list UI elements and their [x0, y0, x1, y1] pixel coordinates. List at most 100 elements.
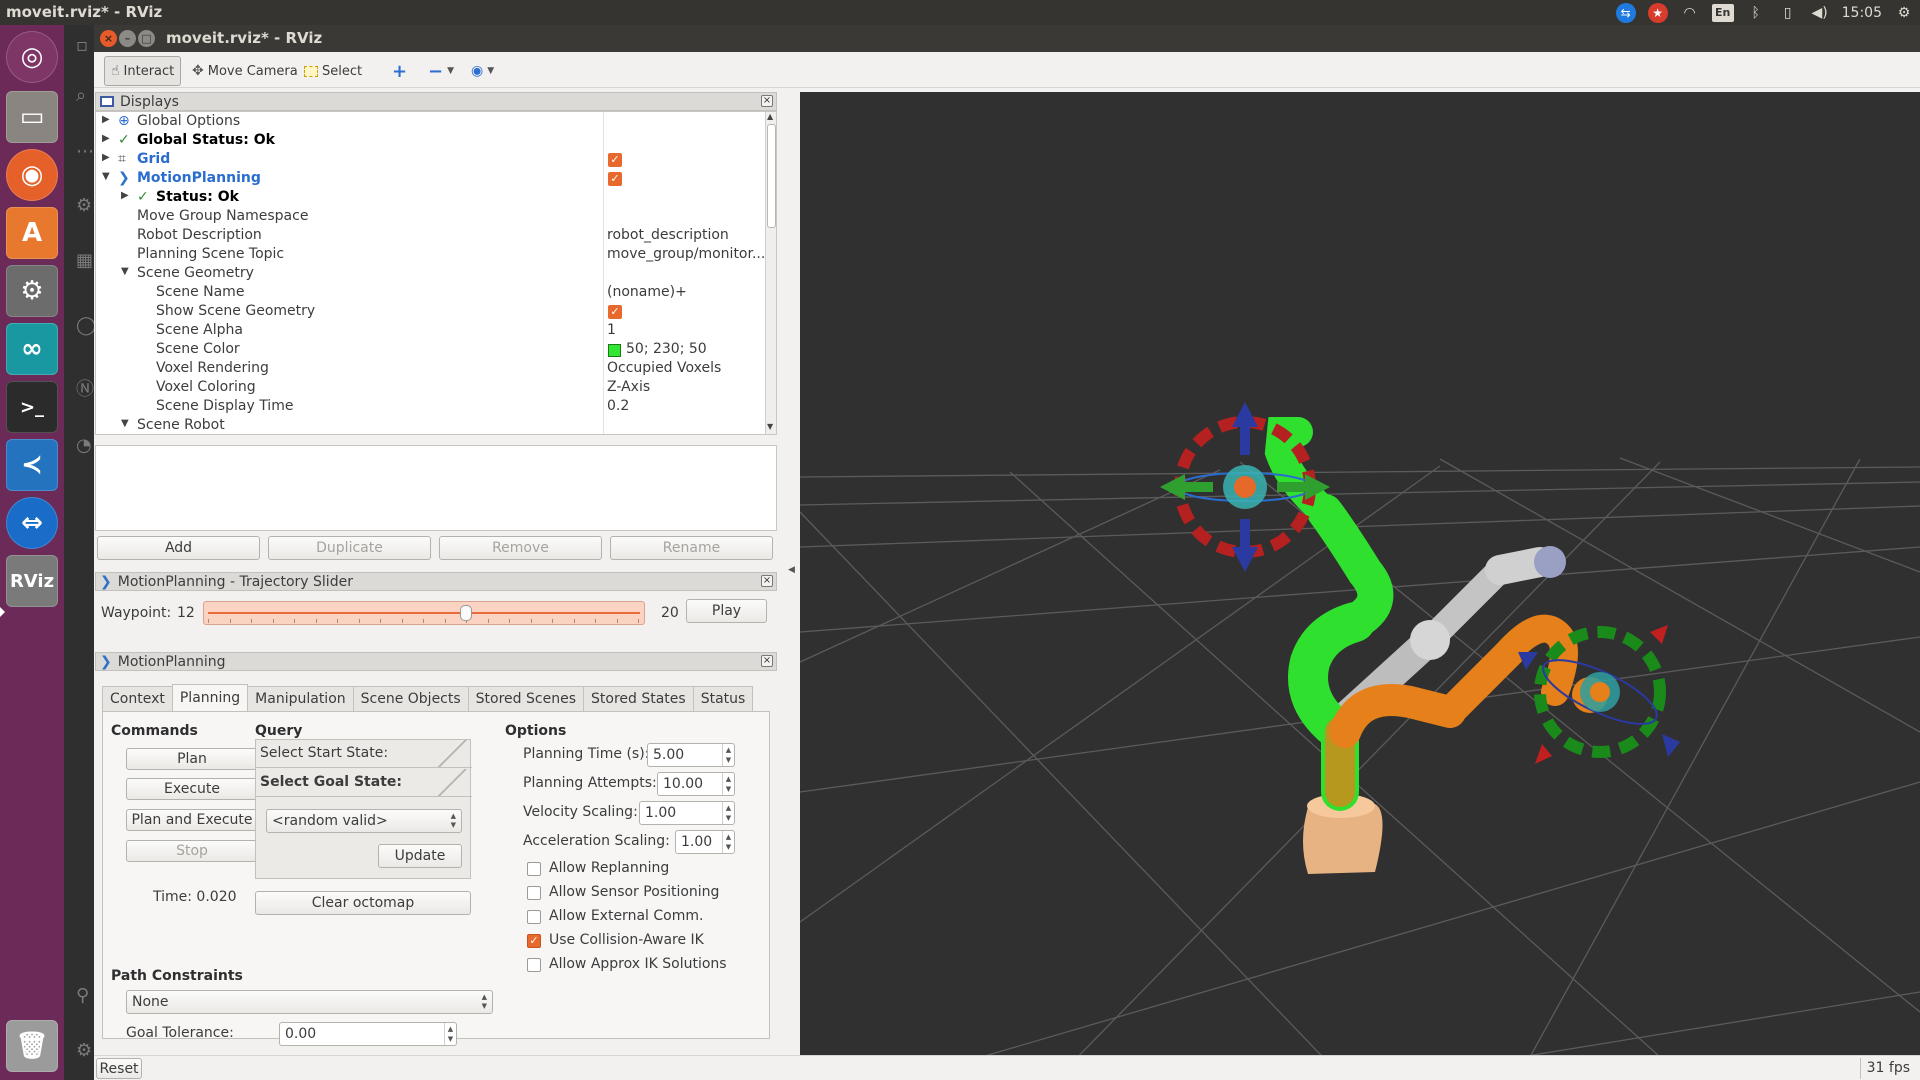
terminal-icon[interactable]: >_ — [6, 381, 58, 433]
remove-display-button[interactable]: Remove — [439, 536, 602, 560]
close-panel-icon[interactable]: × — [761, 575, 773, 587]
expand-arrow-icon[interactable]: ▶ — [121, 190, 129, 201]
volume-icon[interactable]: ◀) — [1810, 3, 1830, 23]
add-display-button[interactable]: Add — [97, 536, 260, 560]
add-tool-button[interactable]: + — [386, 56, 413, 86]
window-minimize-icon[interactable]: – — [119, 30, 136, 47]
clear-octomap-button[interactable]: Clear octomap — [255, 891, 471, 915]
tree-row-property[interactable]: Robot Description robot_description — [96, 226, 762, 245]
tree-row-motionplanning[interactable]: ▼ ❯ MotionPlanning ✓ — [96, 169, 762, 188]
displays-tree[interactable]: ▶ ⊕ Global Options ▶ ✓ Global Status: Ok… — [95, 111, 777, 435]
goal-state-section[interactable]: Select Goal State: — [256, 769, 472, 797]
play-button[interactable]: Play — [686, 599, 767, 623]
allow-replanning-checkbox[interactable] — [527, 862, 541, 876]
view-tool-button[interactable]: ◉ ▼ — [465, 56, 500, 86]
expand-arrow-icon[interactable]: ▶ — [102, 114, 110, 125]
tab-scene-objects[interactable]: Scene Objects — [352, 686, 469, 711]
scene-render[interactable] — [800, 92, 1920, 1075]
3d-render-viewport[interactable] — [800, 92, 1920, 1075]
tree-row-property[interactable]: Voxel Coloring Z-Axis — [96, 378, 762, 397]
tree-value[interactable]: 1 — [607, 322, 616, 338]
acceleration-scaling-field[interactable]: 1.00 ▲ ▼ — [675, 830, 735, 854]
use-collision-aware-ik-checkbox[interactable]: ✓ — [527, 934, 541, 948]
arduino-icon[interactable]: ∞ — [6, 323, 58, 375]
collapse-arrow-icon[interactable]: ▼ — [102, 171, 110, 182]
allow-external-comm-checkbox[interactable] — [527, 910, 541, 924]
goal-state-select[interactable]: <random valid> ▲ ▼ — [266, 809, 462, 833]
scroll-up-icon[interactable]: ▲ — [767, 112, 773, 121]
notification-tray-icon[interactable]: ★ — [1647, 2, 1668, 23]
show-scene-geometry-checkbox[interactable]: ✓ — [608, 305, 622, 319]
tree-value[interactable]: robot_description — [607, 227, 729, 243]
tree-value[interactable]: Occupied Voxels — [607, 360, 721, 376]
rename-display-button[interactable]: Rename — [610, 536, 773, 560]
scrollbar-thumb[interactable] — [767, 124, 776, 228]
files-icon[interactable]: ▭ — [6, 91, 58, 143]
allow-sensor-positioning-checkbox[interactable] — [527, 886, 541, 900]
plan-button[interactable]: Plan — [126, 748, 258, 770]
teamviewer-icon[interactable]: ⇔ — [6, 497, 58, 549]
window-maximize-icon[interactable]: □ — [138, 30, 155, 47]
spin-arrows-icon[interactable]: ▲ ▼ — [722, 744, 734, 766]
path-constraints-select[interactable]: None ▲ ▼ — [126, 990, 493, 1014]
collapse-arrow-icon[interactable]: ▼ — [121, 266, 129, 277]
settings-gear-icon[interactable]: ⚙ — [1894, 3, 1914, 23]
collapse-arrow-icon[interactable]: ▼ — [121, 418, 129, 429]
clock[interactable]: 15:05 — [1842, 5, 1882, 21]
wifi-icon[interactable]: ◠ — [1680, 3, 1700, 23]
spin-arrows-icon[interactable]: ▲ ▼ — [722, 831, 734, 853]
tree-value[interactable]: move_group/monitor... — [607, 246, 765, 262]
plan-and-execute-button[interactable]: Plan and Execute — [126, 809, 258, 831]
tree-row-property[interactable]: Scene Name (noname)+ — [96, 283, 762, 302]
tree-row-property[interactable]: Scene Color 50; 230; 50 — [96, 340, 762, 359]
allow-approx-ik-checkbox[interactable] — [527, 958, 541, 972]
window-titlebar[interactable]: × – □ moveit.rviz* - RViz — [94, 25, 1920, 52]
keyboard-layout-indicator[interactable]: En — [1711, 3, 1734, 22]
firefox-icon[interactable]: ◉ — [6, 149, 58, 201]
waypoint-slider[interactable] — [203, 601, 645, 625]
start-state-section[interactable]: Select Start State: — [256, 740, 472, 768]
motionplanning-enabled-checkbox[interactable]: ✓ — [608, 172, 622, 186]
battery-icon[interactable]: ▯ — [1778, 3, 1798, 23]
tree-row-property[interactable]: Move Group Namespace — [96, 207, 762, 226]
spin-arrows-icon[interactable]: ▲ ▼ — [444, 1023, 456, 1045]
tab-planning[interactable]: Planning — [171, 684, 249, 711]
interact-tool-button[interactable]: ☝ Interact — [104, 56, 182, 86]
tree-row-global-options[interactable]: ▶ ⊕ Global Options — [96, 112, 762, 131]
planning-attempts-field[interactable]: 10.00 ▲ ▼ — [657, 772, 735, 796]
tree-value[interactable]: 0.2 — [607, 398, 629, 414]
slider-handle[interactable] — [460, 605, 472, 621]
collapse-left-icon[interactable]: ◀ — [788, 565, 795, 575]
tree-row-global-status[interactable]: ▶ ✓ Global Status: Ok — [96, 131, 762, 150]
tree-row-property[interactable]: Scene Display Time 0.2 — [96, 397, 762, 416]
move-camera-tool-button[interactable]: ✥ Move Camera — [186, 56, 304, 86]
tree-value[interactable]: (noname)+ — [607, 284, 687, 300]
tree-row-property[interactable]: Show Scene Geometry ✓ — [96, 302, 762, 321]
duplicate-display-button[interactable]: Duplicate — [268, 536, 431, 560]
software-center-icon[interactable]: A — [6, 207, 58, 259]
rviz-icon[interactable]: RViz — [6, 555, 58, 607]
tree-row-property[interactable]: Scene Alpha 1 — [96, 321, 762, 340]
color-swatch[interactable] — [608, 344, 621, 357]
reset-button[interactable]: Reset — [96, 1058, 142, 1079]
remove-tool-button[interactable]: − ▼ — [422, 56, 460, 86]
tree-row-status[interactable]: ▶ ✓ Status: Ok — [96, 188, 762, 207]
tree-scrollbar[interactable]: ▲ ▼ — [765, 112, 776, 434]
spin-arrows-icon[interactable]: ▲ ▼ — [722, 802, 734, 824]
tree-row-property[interactable]: Voxel Rendering Occupied Voxels — [96, 359, 762, 378]
close-panel-icon[interactable]: × — [761, 95, 773, 107]
select-tool-button[interactable]: Select — [298, 56, 368, 86]
close-panel-icon[interactable]: × — [761, 655, 773, 667]
tree-row-property[interactable]: Planning Scene Topic move_group/monitor.… — [96, 245, 765, 264]
tree-value[interactable]: Z-Axis — [607, 379, 650, 395]
grid-enabled-checkbox[interactable]: ✓ — [608, 153, 622, 167]
spin-arrows-icon[interactable]: ▲ ▼ — [722, 773, 734, 795]
expand-arrow-icon[interactable]: ▶ — [102, 152, 110, 163]
tab-stored-scenes[interactable]: Stored Scenes — [467, 686, 584, 711]
goal-tolerance-field[interactable]: 0.00 ▲ ▼ — [279, 1022, 457, 1046]
tab-manipulation[interactable]: Manipulation — [247, 686, 354, 711]
planning-time-field[interactable]: 5.00 ▲ ▼ — [647, 743, 735, 767]
trash-icon[interactable]: 🗑 — [6, 1020, 58, 1072]
vscode-icon[interactable]: ≺ — [6, 439, 58, 491]
tab-stored-states[interactable]: Stored States — [583, 686, 694, 711]
